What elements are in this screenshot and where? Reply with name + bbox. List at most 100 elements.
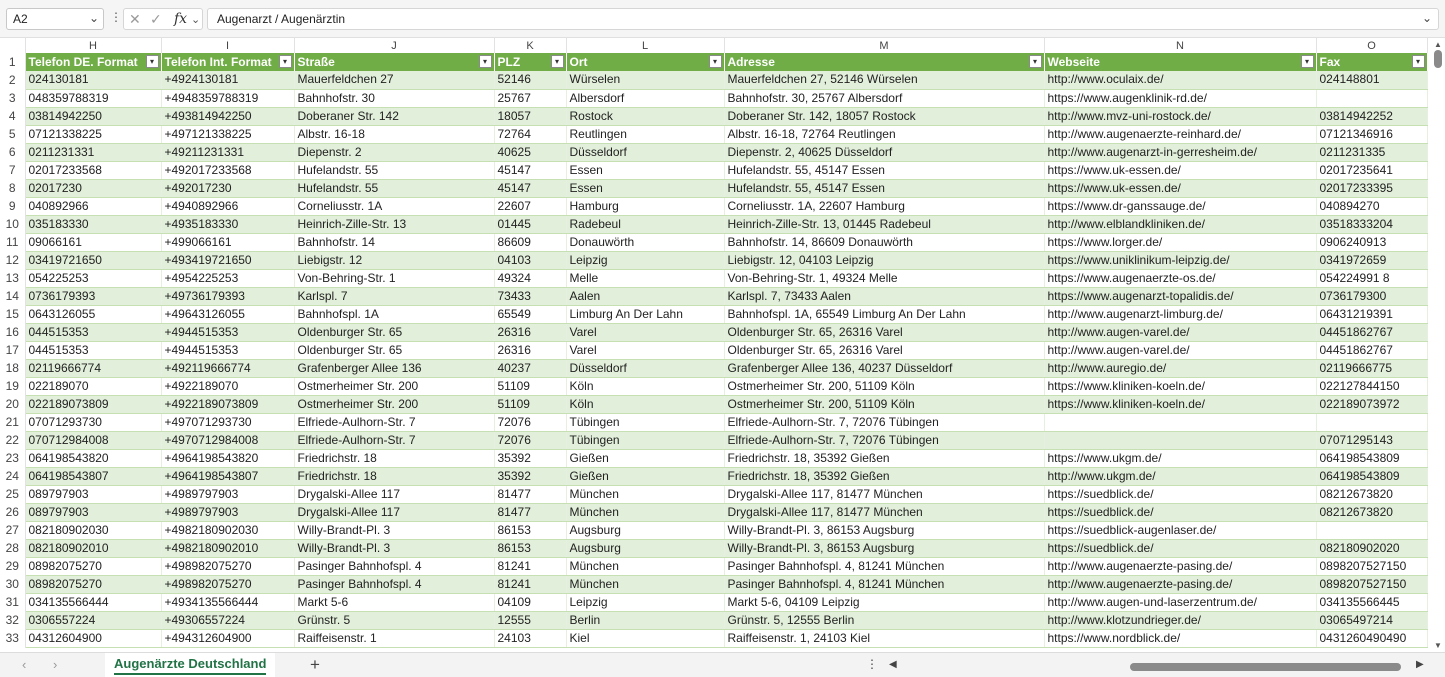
cell[interactable]: 064198543809: [1316, 449, 1428, 468]
cell[interactable]: 022189073972: [1316, 395, 1428, 414]
cell[interactable]: 0211231335: [1316, 143, 1428, 162]
cell[interactable]: 0736179393: [25, 287, 162, 306]
row-number[interactable]: 20: [0, 395, 26, 413]
cell[interactable]: https://www.uk-essen.de/: [1044, 179, 1317, 198]
row-number[interactable]: 31: [0, 593, 26, 611]
column-header-cell[interactable]: Fax ▾: [1316, 53, 1428, 71]
cell[interactable]: 07071295143: [1316, 431, 1428, 450]
row-number[interactable]: 15: [0, 305, 26, 323]
cell[interactable]: 044515353: [25, 341, 162, 360]
cell[interactable]: Mauerfeldchen 27: [294, 71, 495, 90]
cell[interactable]: 26316: [494, 323, 567, 342]
cell[interactable]: 35392: [494, 449, 567, 468]
row-number[interactable]: 14: [0, 287, 26, 305]
row-number[interactable]: 10: [0, 215, 26, 233]
cell[interactable]: 01445: [494, 215, 567, 234]
cell[interactable]: Corneliusstr. 1A, 22607 Hamburg: [724, 197, 1045, 216]
select-all-corner[interactable]: [0, 38, 26, 53]
cell[interactable]: http://www.augenaerzte-reinhard.de/: [1044, 125, 1317, 144]
cell[interactable]: Karlspl. 7, 73433 Aalen: [724, 287, 1045, 306]
cell[interactable]: Willy-Brandt-Pl. 3, 86153 Augsburg: [724, 539, 1045, 558]
row-number[interactable]: 4: [0, 107, 26, 125]
cell[interactable]: 0643126055: [25, 305, 162, 324]
cell[interactable]: http://www.mvz-uni-rostock.de/: [1044, 107, 1317, 126]
cell[interactable]: +4948359788319: [161, 89, 295, 108]
cell[interactable]: Oldenburger Str. 65, 26316 Varel: [724, 341, 1045, 360]
cell[interactable]: Hufelandstr. 55: [294, 179, 495, 198]
cell[interactable]: Markt 5-6: [294, 593, 495, 612]
cell[interactable]: 65549: [494, 305, 567, 324]
column-letter-k[interactable]: K: [494, 38, 567, 53]
cell[interactable]: Drygalski-Allee 117, 81477 München: [724, 503, 1045, 522]
cell[interactable]: [1316, 89, 1428, 108]
row-number[interactable]: 30: [0, 575, 26, 593]
cell[interactable]: Reutlingen: [566, 125, 725, 144]
cell[interactable]: +4964198543807: [161, 467, 295, 486]
cell[interactable]: https://www.lorger.de/: [1044, 233, 1317, 252]
cell[interactable]: Varel: [566, 323, 725, 342]
cell[interactable]: 0431260490490: [1316, 629, 1428, 648]
scroll-thumb[interactable]: [1434, 50, 1442, 68]
cell[interactable]: Corneliusstr. 1A: [294, 197, 495, 216]
cell[interactable]: 03814942252: [1316, 107, 1428, 126]
row-number[interactable]: 11: [0, 233, 26, 251]
filter-dropdown-icon[interactable]: ▾: [145, 55, 159, 68]
cell[interactable]: 81241: [494, 557, 567, 576]
cell[interactable]: 02017233568: [25, 161, 162, 180]
cell[interactable]: 02017235641: [1316, 161, 1428, 180]
cell[interactable]: Augsburg: [566, 521, 725, 540]
cell[interactable]: http://www.augen-varel.de/: [1044, 341, 1317, 360]
cell[interactable]: München: [566, 503, 725, 522]
scroll-right-icon[interactable]: ▶: [1416, 659, 1424, 670]
row-number[interactable]: 9: [0, 197, 26, 215]
cell[interactable]: Essen: [566, 161, 725, 180]
cell[interactable]: 0898207527150: [1316, 557, 1428, 576]
cell[interactable]: 082180902020: [1316, 539, 1428, 558]
cell[interactable]: Limburg An Der Lahn: [566, 305, 725, 324]
cell[interactable]: 06431219391: [1316, 305, 1428, 324]
cell[interactable]: Düsseldorf: [566, 359, 725, 378]
cell[interactable]: http://www.augen-varel.de/: [1044, 323, 1317, 342]
cell[interactable]: 86153: [494, 539, 567, 558]
cell[interactable]: Doberaner Str. 142: [294, 107, 495, 126]
cell[interactable]: Tübingen: [566, 413, 725, 432]
more-options-icon[interactable]: ⋮: [110, 10, 122, 24]
cell[interactable]: +492017233568: [161, 161, 295, 180]
cell[interactable]: 81241: [494, 575, 567, 594]
cell[interactable]: Markt 5-6, 04109 Leipzig: [724, 593, 1045, 612]
cell[interactable]: 03065497214: [1316, 611, 1428, 630]
cell[interactable]: 52146: [494, 71, 567, 90]
cell[interactable]: Friedrichstr. 18, 35392 Gießen: [724, 449, 1045, 468]
row-number[interactable]: 16: [0, 323, 26, 341]
row-number[interactable]: 1: [0, 53, 26, 71]
cell[interactable]: +4935183330: [161, 215, 295, 234]
cell[interactable]: https://www.augenklinik-rd.de/: [1044, 89, 1317, 108]
cell[interactable]: Heinrich-Zille-Str. 13, 01445 Radebeul: [724, 215, 1045, 234]
cell[interactable]: 048359788319: [25, 89, 162, 108]
row-number[interactable]: 12: [0, 251, 26, 269]
row-number[interactable]: 2: [0, 71, 26, 89]
cell[interactable]: 02017233395: [1316, 179, 1428, 198]
cell[interactable]: +4970712984008: [161, 431, 295, 450]
cell[interactable]: Willy-Brandt-Pl. 3: [294, 539, 495, 558]
cell[interactable]: https://www.augenaerzte-os.de/: [1044, 269, 1317, 288]
scroll-down-icon[interactable]: ▼: [1434, 641, 1442, 650]
cell[interactable]: Elfriede-Aulhorn-Str. 7, 72076 Tübingen: [724, 431, 1045, 450]
cell[interactable]: 03518333204: [1316, 215, 1428, 234]
cell[interactable]: Bahnhofstr. 30, 25767 Albersdorf: [724, 89, 1045, 108]
cell[interactable]: Elfriede-Aulhorn-Str. 7, 72076 Tübingen: [724, 413, 1045, 432]
scroll-left-icon[interactable]: ◀: [889, 659, 897, 670]
cell[interactable]: Köln: [566, 377, 725, 396]
cell[interactable]: +4989797903: [161, 503, 295, 522]
cell[interactable]: Hufelandstr. 55: [294, 161, 495, 180]
cell[interactable]: [1316, 521, 1428, 540]
row-number[interactable]: 17: [0, 341, 26, 359]
cell[interactable]: +4940892966: [161, 197, 295, 216]
cell[interactable]: +497071293730: [161, 413, 295, 432]
row-number[interactable]: 7: [0, 161, 26, 179]
column-header-cell[interactable]: PLZ ▾: [494, 53, 567, 71]
cell[interactable]: [1044, 413, 1317, 432]
cell[interactable]: Friedrichstr. 18: [294, 467, 495, 486]
cell[interactable]: 0341972659: [1316, 251, 1428, 270]
cell[interactable]: 02119666774: [25, 359, 162, 378]
